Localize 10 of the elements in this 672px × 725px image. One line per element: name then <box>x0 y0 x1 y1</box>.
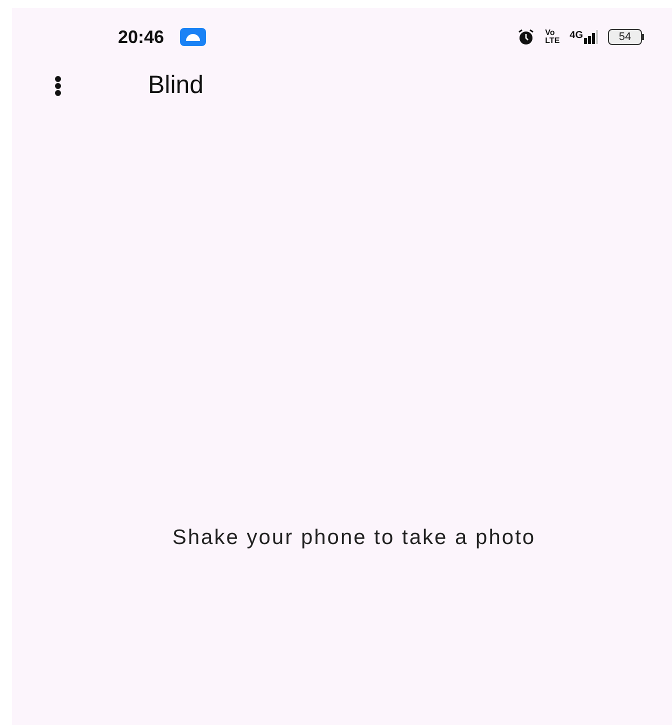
more-options-icon[interactable] <box>54 76 62 96</box>
status-time: 20:46 <box>118 26 164 48</box>
volte-label: LTE <box>545 37 560 45</box>
network-type: 4G <box>570 29 583 43</box>
battery-icon: 54 <box>608 29 644 45</box>
instruction-text: Shake your phone to take a photo <box>172 525 536 551</box>
signal-icon <box>584 30 598 44</box>
app-title: Blind <box>148 70 204 102</box>
alarm-icon <box>517 29 536 45</box>
volte-label: Vo <box>545 29 556 37</box>
